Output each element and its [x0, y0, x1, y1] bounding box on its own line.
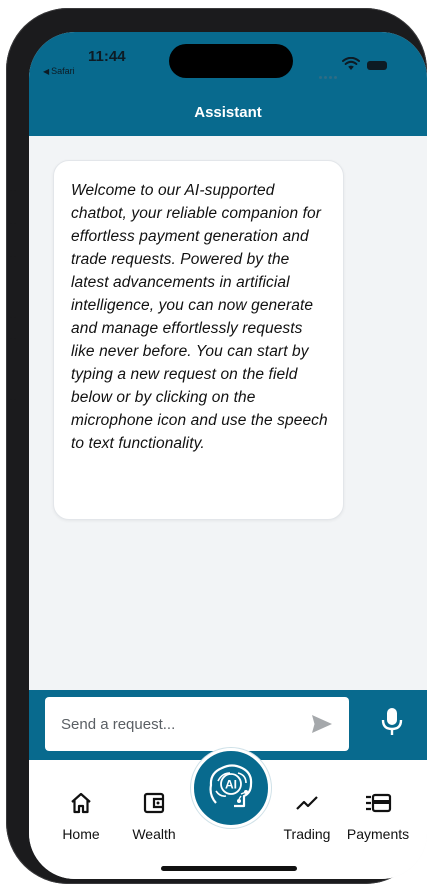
- home-indicator[interactable]: [161, 866, 297, 871]
- microphone-icon[interactable]: [381, 708, 403, 736]
- nav-home[interactable]: Home: [46, 790, 116, 842]
- ai-assistant-button[interactable]: AI: [191, 748, 271, 828]
- nav-wealth-label: Wealth: [132, 826, 176, 842]
- dynamic-island: [169, 44, 293, 78]
- back-to-safari[interactable]: ◀ Safari: [43, 66, 75, 76]
- signal-dots-icon: [319, 66, 341, 79]
- volume-down-button: [10, 338, 16, 400]
- back-label: Safari: [51, 66, 75, 76]
- nav-trading-label: Trading: [283, 826, 331, 842]
- bottom-navigation: Home Wealth AI Trading Payments: [29, 748, 427, 879]
- nav-home-label: Home: [62, 826, 100, 842]
- request-input[interactable]: [45, 697, 301, 751]
- request-input-container: [45, 697, 349, 751]
- assistant-message-bubble: Welcome to our AI-supported chatbot, you…: [53, 160, 344, 520]
- send-icon[interactable]: [311, 714, 333, 734]
- back-arrow-icon: ◀: [43, 67, 50, 76]
- trend-icon: [296, 796, 318, 810]
- nav-payments[interactable]: Payments: [343, 790, 413, 842]
- battery-icon: [367, 61, 387, 70]
- ai-brain-icon: AI: [209, 764, 253, 808]
- screen: 11:44 ◀ Safari Assistant Welcome to our A…: [29, 32, 427, 879]
- phone-frame: 11:44 ◀ Safari Assistant Welcome to our A…: [6, 8, 427, 884]
- nav-wealth[interactable]: Wealth: [119, 790, 189, 842]
- nav-trading[interactable]: Trading: [272, 790, 342, 842]
- nav-payments-label: Payments: [346, 826, 410, 842]
- home-icon: [71, 792, 91, 814]
- app-header: 11:44 ◀ Safari Assistant: [29, 32, 427, 136]
- payment-card-icon: [366, 793, 392, 813]
- mute-switch: [10, 190, 16, 224]
- status-time: 11:44: [88, 48, 126, 65]
- wallet-icon: [143, 792, 165, 814]
- assistant-message-text: Welcome to our AI-supported chatbot, you…: [71, 182, 328, 452]
- chat-area[interactable]: Welcome to our AI-supported chatbot, you…: [29, 136, 427, 690]
- wifi-icon: [342, 57, 360, 70]
- ai-label: AI: [225, 778, 237, 792]
- page-title: Assistant: [194, 104, 262, 121]
- volume-up-button: [10, 256, 16, 318]
